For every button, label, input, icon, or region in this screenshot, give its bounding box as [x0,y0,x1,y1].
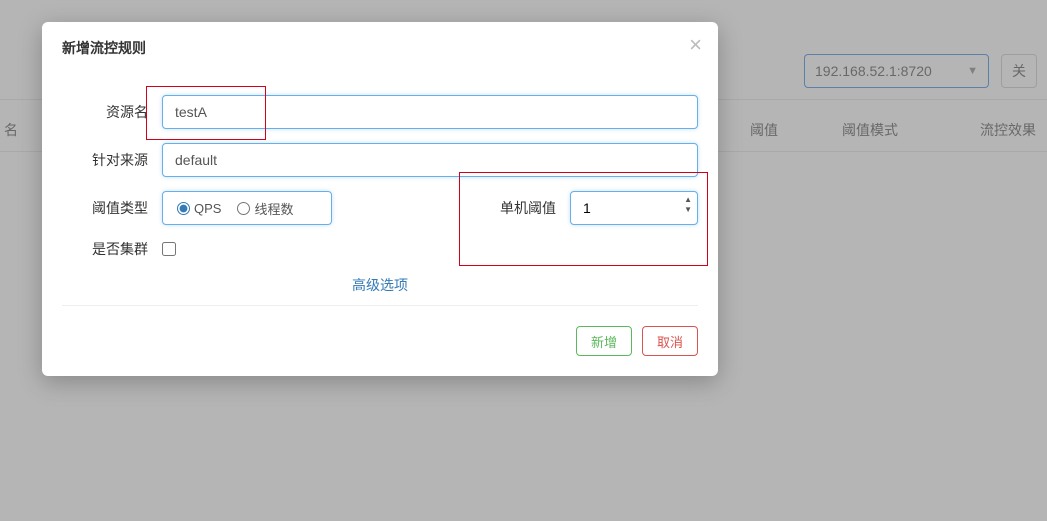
submit-button[interactable]: 新增 [576,326,632,356]
cancel-button[interactable]: 取消 [642,326,698,356]
single-threshold-input[interactable] [570,191,698,225]
radio-threads[interactable]: 线程数 [237,199,293,218]
advanced-options-link[interactable]: 高级选项 [352,277,408,293]
number-spinner[interactable]: ▲ ▼ [684,195,692,215]
divider [62,305,698,306]
spinner-down-icon[interactable]: ▼ [684,205,692,215]
add-flow-rule-modal: 新增流控规则 × 资源名 针对来源 阈值类型 QPS 线程数 [42,22,718,376]
radio-qps-input[interactable] [177,202,190,215]
resource-input[interactable] [162,95,698,129]
radio-threads-input[interactable] [237,202,250,215]
label-threshold-type: 阈值类型 [62,198,162,218]
cluster-checkbox[interactable] [162,242,176,256]
radio-qps[interactable]: QPS [177,201,221,216]
radio-threads-label: 线程数 [254,199,293,218]
modal-title: 新增流控规则 [62,38,698,58]
label-single-threshold: 单机阈值 [490,198,570,218]
threshold-type-radio-group: QPS 线程数 [162,191,332,225]
close-icon[interactable]: × [689,34,702,56]
spinner-up-icon[interactable]: ▲ [684,195,692,205]
label-resource: 资源名 [62,102,162,122]
radio-qps-label: QPS [194,201,221,216]
source-input[interactable] [162,143,698,177]
label-cluster: 是否集群 [62,239,162,259]
label-source: 针对来源 [62,150,162,170]
